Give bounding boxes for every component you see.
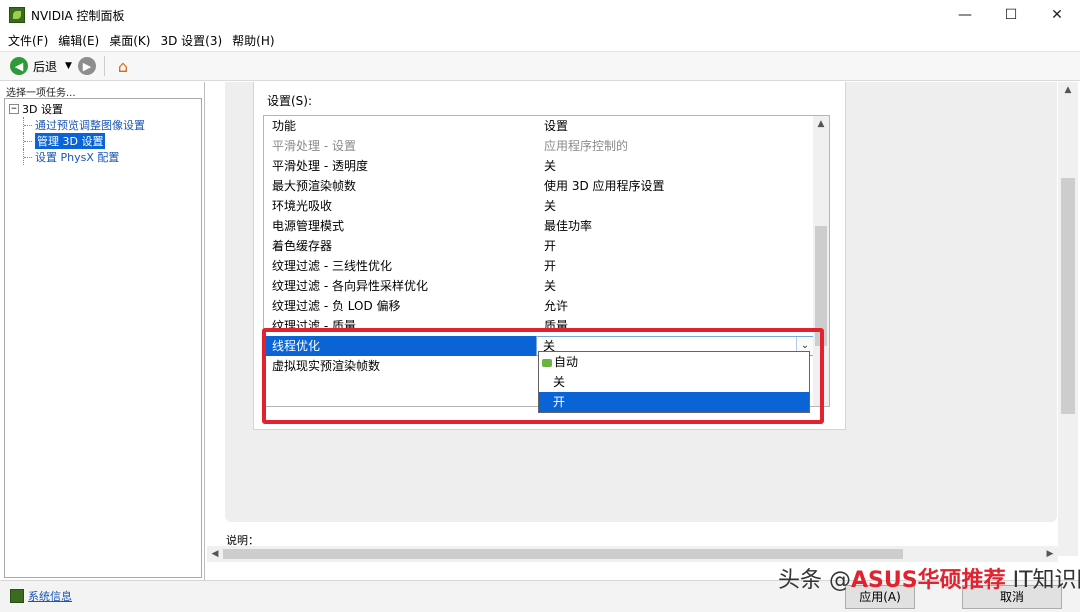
table-row[interactable]: 环境光吸收 关 <box>264 196 814 216</box>
feature-cell: 纹理过滤 - 三线性优化 <box>272 259 392 273</box>
table-row[interactable]: 纹理过滤 - 质量 质量 <box>264 316 814 336</box>
toolbar-separator <box>103 56 105 76</box>
scroll-right-icon[interactable]: ▶ <box>1042 546 1058 562</box>
watermark-brand: ASUS华硕推荐 <box>851 568 1006 593</box>
dropdown-list: 自动 关 开 <box>538 351 810 413</box>
feature-cell: 纹理过滤 - 质量 <box>272 319 356 333</box>
main-content: 设置(S): 功能 设置 平滑处理 - 设置 应用程序控制的 平滑处理 - 透明… <box>207 82 1080 580</box>
menu-file[interactable]: 文件(F) <box>8 32 48 49</box>
column-header-setting[interactable]: 设置 <box>536 116 814 136</box>
scroll-thumb[interactable] <box>1061 178 1075 414</box>
forward-arrow-icon[interactable]: ▶ <box>77 57 96 75</box>
option-label: 关 <box>553 375 566 389</box>
menu-help[interactable]: 帮助(H) <box>232 32 274 49</box>
main-scrollbar[interactable]: ▲ <box>1058 82 1078 556</box>
tree-item-manage-3d[interactable]: 管理 3D 设置 <box>5 133 201 149</box>
table-row[interactable]: 着色缓存器 开 <box>264 236 814 256</box>
menu-bar: 文件(F) 编辑(E) 桌面(K) 3D 设置(3) 帮助(H) <box>0 30 1080 50</box>
system-info-label[interactable]: 系统信息 <box>28 588 72 604</box>
option-label: 开 <box>553 395 566 409</box>
feature-cell: 纹理过滤 - 负 LOD 偏移 <box>272 299 401 313</box>
toolbar: ◀ 后退 ▼ ▶ ⌂ <box>0 51 1080 81</box>
nvidia-logo-icon <box>10 589 24 603</box>
dropdown-option-off[interactable]: 关 <box>539 372 809 392</box>
maximize-button[interactable]: ☐ <box>988 0 1034 30</box>
option-label: 自动 <box>554 355 579 369</box>
column-header-feature[interactable]: 功能 <box>264 116 536 136</box>
scroll-thumb[interactable] <box>223 549 903 559</box>
back-button-label[interactable]: 后退 <box>33 58 57 75</box>
window-controls: — ☐ ✕ <box>942 0 1080 30</box>
feature-cell: 着色缓存器 <box>272 239 333 253</box>
setting-cell: 应用程序控制的 <box>544 139 629 153</box>
task-tree: − 3D 设置 通过预览调整图像设置 管理 3D 设置 设置 PhysX 配置 <box>4 98 202 578</box>
system-info-link[interactable]: 系统信息 <box>10 588 72 604</box>
back-arrow-icon[interactable]: ◀ <box>10 57 28 75</box>
watermark: 头条 @ASUS华硕推荐 IT知识网 <box>778 562 1080 594</box>
tree-item-adjust-image[interactable]: 通过预览调整图像设置 <box>5 117 201 133</box>
tree-item-label[interactable]: 管理 3D 设置 <box>35 133 106 149</box>
menu-desktop[interactable]: 桌面(K) <box>109 32 150 49</box>
task-pane-label: 选择一项任务... <box>6 88 76 99</box>
nvidia-logo-icon <box>9 7 25 23</box>
minimize-button[interactable]: — <box>942 0 988 30</box>
table-row[interactable]: 最大预渲染帧数 使用 3D 应用程序设置 <box>264 176 814 196</box>
dropdown-option-auto[interactable]: 自动 <box>539 352 809 372</box>
feature-cell: 最大预渲染帧数 <box>272 179 357 193</box>
feature-cell: 电源管理模式 <box>272 219 345 233</box>
tree-root-3d-settings[interactable]: − 3D 设置 <box>5 101 201 117</box>
setting-cell: 允许 <box>544 299 569 313</box>
scroll-left-icon[interactable]: ◀ <box>207 546 223 562</box>
window-title: NVIDIA 控制面板 <box>31 8 125 23</box>
feature-cell: 平滑处理 - 设置 <box>272 139 356 153</box>
settings-label: 设置(S): <box>267 94 313 108</box>
feature-cell: 平滑处理 - 透明度 <box>272 159 368 173</box>
setting-cell: 关 <box>544 159 557 173</box>
tree-connector <box>23 117 33 133</box>
tree-item-label[interactable]: 通过预览调整图像设置 <box>35 117 145 133</box>
setting-cell: 使用 3D 应用程序设置 <box>544 179 665 193</box>
tree-root-label: 3D 设置 <box>22 103 63 116</box>
feature-cell: 虚拟现实预渲染帧数 <box>272 359 381 373</box>
tree-item-label[interactable]: 设置 PhysX 配置 <box>35 149 119 165</box>
watermark-suffix: IT知识网 <box>1012 568 1080 593</box>
feature-cell: 纹理过滤 - 各向异性采样优化 <box>272 279 428 293</box>
table-header: 功能 设置 <box>264 116 814 136</box>
setting-cell: 质量 <box>544 319 569 333</box>
scroll-up-icon[interactable]: ▲ <box>1058 82 1078 98</box>
feature-cell: 环境光吸收 <box>272 199 333 213</box>
feature-cell: 线程优化 <box>264 336 536 356</box>
setting-cell: 最佳功率 <box>544 219 593 233</box>
horizontal-scrollbar[interactable]: ◀ ▶ <box>207 546 1058 562</box>
table-scrollbar[interactable]: ▲ <box>813 116 829 406</box>
menu-3d-settings[interactable]: 3D 设置(3) <box>160 32 222 49</box>
close-button[interactable]: ✕ <box>1034 0 1080 30</box>
scroll-thumb[interactable] <box>815 226 827 346</box>
setting-cell: 开 <box>544 239 557 253</box>
setting-cell: 关 <box>544 279 557 293</box>
watermark-prefix: 头条 @ <box>778 568 851 593</box>
home-icon[interactable]: ⌂ <box>113 56 133 76</box>
title-bar: NVIDIA 控制面板 — ☐ ✕ <box>0 0 1080 30</box>
setting-cell: 关 <box>544 199 557 213</box>
nvidia-recommended-icon <box>542 359 552 367</box>
dropdown-option-on[interactable]: 开 <box>539 392 809 412</box>
tree-item-physx[interactable]: 设置 PhysX 配置 <box>5 149 201 165</box>
tree-connector <box>23 149 33 165</box>
menu-edit[interactable]: 编辑(E) <box>58 32 99 49</box>
collapse-toggle-icon[interactable]: − <box>9 104 19 114</box>
scroll-up-icon[interactable]: ▲ <box>813 116 829 132</box>
task-pane: 选择一项任务... − 3D 设置 通过预览调整图像设置 管理 3D 设置 设置… <box>0 82 205 580</box>
table-row[interactable]: 纹理过滤 - 各向异性采样优化 关 <box>264 276 814 296</box>
table-row[interactable]: 平滑处理 - 设置 应用程序控制的 <box>264 136 814 156</box>
table-row[interactable]: 纹理过滤 - 三线性优化 开 <box>264 256 814 276</box>
table-row[interactable]: 纹理过滤 - 负 LOD 偏移 允许 <box>264 296 814 316</box>
tree-connector <box>23 133 33 149</box>
back-history-dropdown-icon[interactable]: ▼ <box>65 61 72 71</box>
setting-cell: 开 <box>544 259 557 273</box>
table-row[interactable]: 平滑处理 - 透明度 关 <box>264 156 814 176</box>
table-row[interactable]: 电源管理模式 最佳功率 <box>264 216 814 236</box>
